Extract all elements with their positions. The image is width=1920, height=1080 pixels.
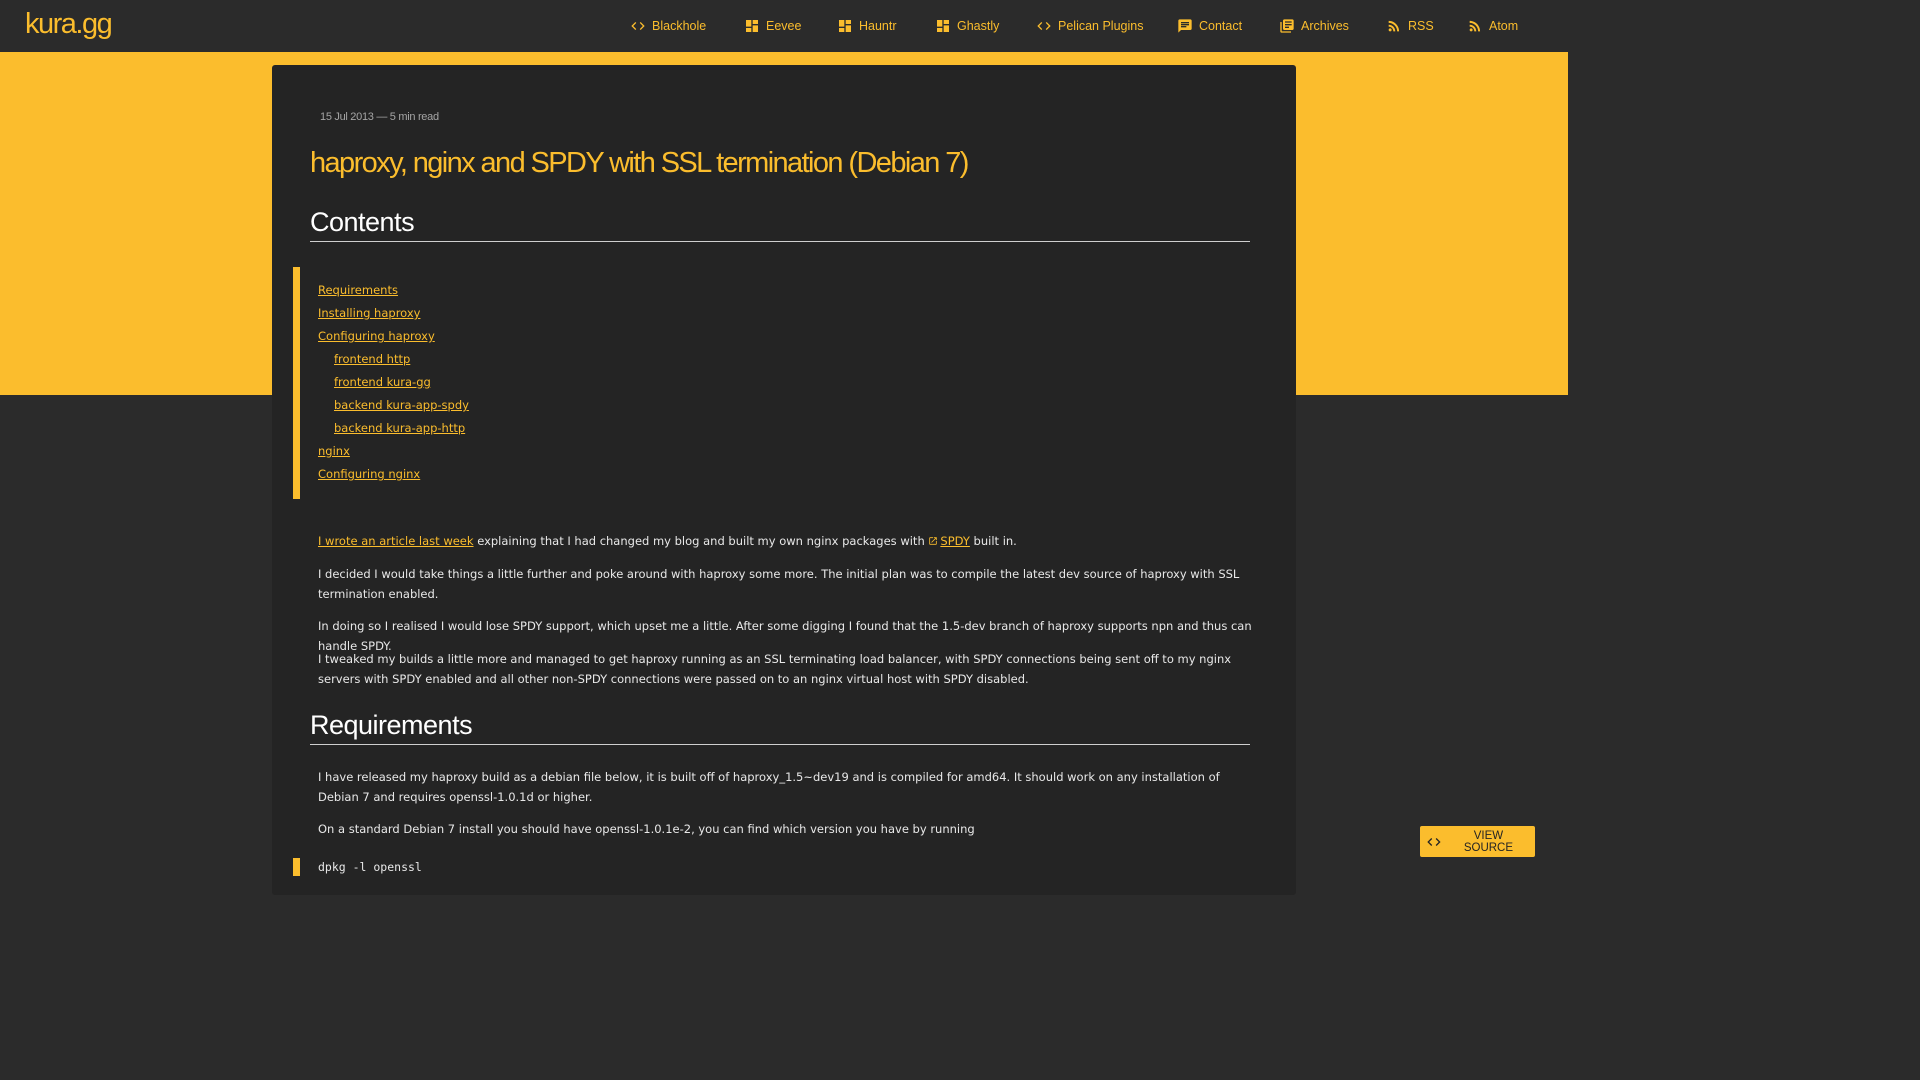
toc-link-backend-kura-app-spdy[interactable]: backend kura-app-spdy xyxy=(334,398,469,412)
nav-eevee[interactable]: Eevee xyxy=(744,18,801,34)
nav-label: Atom xyxy=(1489,19,1519,33)
body-paragraph: I have released my haproxy build as a de… xyxy=(318,770,1220,804)
site-logo[interactable]: kura.gg xyxy=(25,8,113,41)
dashboard-icon xyxy=(839,20,851,32)
nav-atom[interactable]: Atom xyxy=(1467,18,1518,34)
toc-link-configuring-nginx[interactable]: Configuring nginx xyxy=(318,467,420,481)
code-block: dpkg -l openssl xyxy=(293,858,1193,876)
page-title: haproxy, nginx and SPDY with SSL termina… xyxy=(310,147,969,179)
body-paragraph: I tweaked my builds a little more and ma… xyxy=(318,652,1232,686)
code-icon xyxy=(1037,22,1051,30)
toc-link-requirements[interactable]: Requirements xyxy=(318,283,398,297)
nav-label: Ghastly xyxy=(957,19,1000,33)
article-meta: 15 Jul 2013 — 5 min read xyxy=(320,111,439,123)
body-paragraph: I decided I would take things a little f… xyxy=(318,567,1240,601)
nav-ghastly[interactable]: Ghastly xyxy=(935,18,999,34)
top-navbar: kura.gg Blackhole Eevee Hauntr Ghastly P… xyxy=(0,0,1568,52)
code-icon xyxy=(631,22,645,30)
toc-link-installing-haproxy[interactable]: Installing haproxy xyxy=(318,306,420,320)
message-icon xyxy=(1178,19,1192,33)
table-of-contents: Requirements Installing haproxy Configur… xyxy=(293,267,893,499)
toc-link-configuring-haproxy[interactable]: Configuring haproxy xyxy=(318,329,435,343)
code-icon xyxy=(1427,837,1441,846)
spdy-link[interactable]: SPDY xyxy=(940,534,970,548)
nav-archives[interactable]: Archives xyxy=(1279,18,1349,34)
rss-icon xyxy=(1469,20,1481,32)
nav-label: Hauntr xyxy=(859,19,897,33)
requirements-heading: Requirements xyxy=(310,710,1250,745)
contents-heading: Contents xyxy=(310,207,1250,242)
body-paragraph: On a standard Debian 7 install you shoul… xyxy=(318,822,975,836)
previous-article-link[interactable]: I wrote an article last week xyxy=(318,534,474,548)
view-source-button[interactable]: VIEW SOURCE xyxy=(1420,826,1535,857)
nav-rss[interactable]: RSS xyxy=(1386,18,1434,34)
nav-label: RSS xyxy=(1408,19,1434,33)
nav-label: Archives xyxy=(1301,19,1349,33)
dashboard-icon xyxy=(937,20,949,32)
toc-link-frontend-http[interactable]: frontend http xyxy=(334,352,410,366)
intro-text-1: explaining that I had changed my blog an… xyxy=(473,534,929,548)
nav-label: Eevee xyxy=(766,19,802,33)
dashboard-icon xyxy=(746,20,758,32)
external-link-icon xyxy=(929,537,938,545)
toc-link-nginx[interactable]: nginx xyxy=(318,444,350,458)
intro-text-2: built in. xyxy=(969,534,1017,548)
nav-pelican-plugins[interactable]: Pelican Plugins xyxy=(1036,18,1143,34)
nav-label: Blackhole xyxy=(652,19,707,33)
library-icon xyxy=(1280,19,1294,33)
nav-blackhole[interactable]: Blackhole xyxy=(630,18,706,34)
nav-label: Contact xyxy=(1199,19,1243,33)
nav-contact[interactable]: Contact xyxy=(1177,18,1242,34)
rss-icon xyxy=(1388,20,1400,32)
view-source-label: VIEW SOURCE xyxy=(1463,829,1514,854)
intro-paragraph: I wrote an article last week explaining … xyxy=(318,532,1253,552)
nav-label: Pelican Plugins xyxy=(1058,19,1144,33)
toc-link-backend-kura-app-http[interactable]: backend kura-app-http xyxy=(334,421,465,435)
nav-hauntr[interactable]: Hauntr xyxy=(837,18,897,34)
toc-link-frontend-kura-gg[interactable]: frontend kura-gg xyxy=(334,375,431,389)
article-card: 15 Jul 2013 — 5 min read haproxy, nginx … xyxy=(272,65,1296,895)
